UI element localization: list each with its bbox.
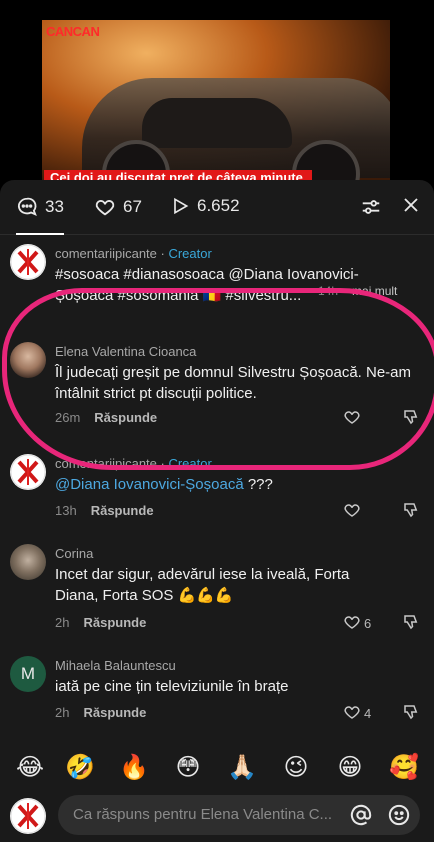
comment-text: iată pe cine țin televiziunile în brațe: [55, 678, 289, 695]
thumbs-down-icon: [402, 705, 420, 725]
video-frame: CANCAN Cei doi au discutat preț de câtev…: [42, 20, 390, 186]
emoji-love-button[interactable]: 🥰: [386, 750, 422, 786]
creator-avatar[interactable]: [10, 454, 46, 490]
comment-username[interactable]: Mihaela Balauntescu: [55, 658, 176, 673]
comments-panel: 33 67 6.652 comentariipicante · Creator …: [0, 180, 434, 842]
car-window: [142, 98, 292, 148]
my-avatar: [10, 798, 46, 834]
comment-input-bar: Ca răspuns pentru Elena Valentina C...: [0, 792, 434, 842]
reply-button[interactable]: Răspunde: [83, 705, 146, 720]
heart-icon: [343, 408, 361, 429]
heart-icon: [343, 501, 361, 522]
reply-button[interactable]: Răspunde: [94, 410, 157, 425]
comment-username[interactable]: comentariipicante · Creator: [55, 456, 212, 471]
comment-item: comentariipicante · Creator @Diana Iovan…: [0, 452, 434, 522]
mention-link[interactable]: @Diana Iovanovici-Șoșoacă: [55, 476, 244, 493]
user-avatar[interactable]: [10, 342, 46, 378]
comment-input-placeholder: Ca răspuns pentru Elena Valentina C...: [73, 806, 333, 823]
mention-at-icon[interactable]: [350, 804, 372, 831]
comment-username[interactable]: Elena Valentina Cioanca: [55, 344, 196, 359]
dislike-button[interactable]: [402, 613, 420, 636]
views-count-tab[interactable]: 6.652: [170, 196, 240, 216]
comment-meta: 2h Răspunde: [55, 705, 146, 720]
comment-time: 13h: [55, 503, 77, 518]
comments-count-tab[interactable]: 33: [16, 196, 64, 235]
comment-time: 2h: [55, 615, 70, 630]
comment-meta: 14h mai mult: [318, 284, 397, 298]
emoji-picker-icon[interactable]: [388, 804, 410, 831]
thumbs-down-icon: [402, 615, 420, 635]
comment-meta: 26m Răspunde: [55, 410, 157, 425]
dislike-button[interactable]: [402, 703, 420, 726]
user-avatar[interactable]: [10, 544, 46, 580]
dislike-button[interactable]: [402, 408, 420, 431]
thumbs-down-icon: [402, 410, 420, 430]
comment-item: comentariipicante · Creator #sosoaca #di…: [0, 242, 434, 304]
comment-text-rest: ???: [243, 476, 273, 493]
comment-item-highlighted: Elena Valentina Cioanca Îl judecați greș…: [0, 338, 434, 428]
comment-text-content: #sosoaca #dianasosoaca @Diana Iovanovici…: [55, 266, 359, 304]
like-button[interactable]: 4: [343, 703, 371, 724]
comment-text: Incet dar sigur, adevărul iese la iveală…: [55, 566, 350, 604]
comment-text: Îl judecați greșit pe domnul Silvestru Ș…: [55, 364, 412, 402]
user-avatar[interactable]: M: [10, 656, 46, 692]
comment-time: 2h: [55, 705, 70, 720]
creator-badge: Creator: [168, 456, 212, 471]
comment-time: 14h: [318, 284, 339, 298]
heart-icon: [343, 703, 361, 724]
filter-button[interactable]: [360, 196, 382, 223]
close-icon: [402, 198, 420, 218]
heart-icon: [94, 196, 116, 218]
username-text: comentariipicante: [55, 246, 157, 261]
emoji-joy-button[interactable]: 😂: [12, 750, 48, 786]
likes-count: 67: [123, 197, 142, 216]
close-button[interactable]: [402, 196, 420, 219]
quick-emoji-row: 😂 🤣 🔥 😳 🙏🏻 😉 😁 🥰: [0, 750, 434, 786]
play-icon: [170, 196, 190, 216]
username-text: comentariipicante: [55, 456, 157, 471]
emoji-fire-button[interactable]: 🔥: [116, 750, 152, 786]
like-button[interactable]: [343, 408, 361, 429]
comment-input[interactable]: Ca răspuns pentru Elena Valentina C...: [58, 795, 420, 835]
emoji-grin-button[interactable]: 😁: [332, 750, 368, 786]
like-count: 4: [364, 706, 372, 721]
comment-meta: 13h Răspunde: [55, 503, 154, 518]
comment-item: M Mihaela Balauntescu iată pe cine țin t…: [0, 654, 434, 724]
like-count: 6: [364, 616, 372, 631]
comments-count: 33: [45, 197, 64, 216]
emoji-wink-button[interactable]: 😉: [278, 750, 314, 786]
video-preview[interactable]: CANCAN Cei doi au discutat preț de câtev…: [0, 0, 434, 186]
comment-item: Corina Incet dar sigur, adevărul iese la…: [0, 542, 434, 632]
heart-icon: [343, 613, 361, 634]
like-button[interactable]: 6: [343, 613, 371, 634]
reply-button[interactable]: Răspunde: [91, 503, 154, 518]
emoji-flushed-button[interactable]: 😳: [170, 750, 206, 786]
emoji-rofl-button[interactable]: 🤣: [62, 750, 98, 786]
channel-brand: CANCAN: [46, 24, 100, 39]
like-button[interactable]: [343, 501, 361, 522]
sliders-icon: [360, 200, 382, 222]
emoji-pray-button[interactable]: 🙏🏻: [224, 750, 260, 786]
thumbs-down-icon: [402, 503, 420, 523]
comment-username[interactable]: Corina: [55, 546, 93, 561]
creator-avatar[interactable]: [10, 244, 46, 280]
likes-count-tab[interactable]: 67: [94, 196, 142, 218]
comment-username[interactable]: comentariipicante · Creator: [55, 246, 212, 261]
creator-badge: Creator: [168, 246, 212, 261]
comment-meta: 2h Răspunde: [55, 615, 146, 630]
see-more-link[interactable]: mai mult: [352, 284, 397, 298]
comment-time: 26m: [55, 410, 81, 425]
dislike-button[interactable]: [402, 501, 420, 524]
reply-button[interactable]: Răspunde: [83, 615, 146, 630]
comment-text: @Diana Iovanovici-Șoșoacă ???: [55, 474, 420, 495]
stats-bar: 33 67 6.652: [0, 180, 434, 235]
comment-icon: [16, 196, 38, 218]
views-count: 6.652: [197, 196, 240, 215]
